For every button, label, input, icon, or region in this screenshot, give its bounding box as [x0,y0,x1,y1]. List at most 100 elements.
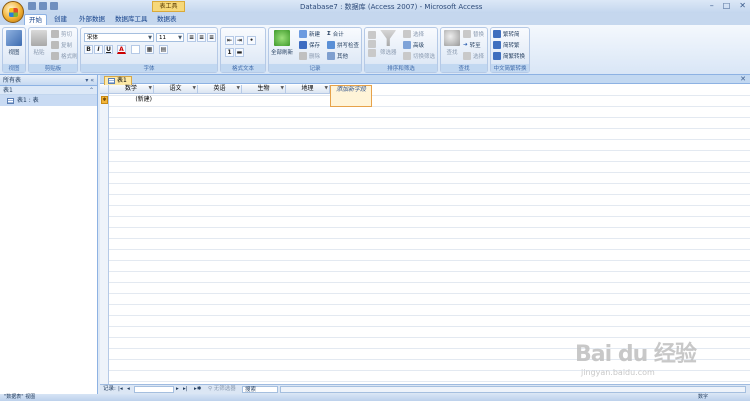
nav-pane-header[interactable]: 所有表 ▾ « [0,75,97,86]
totals-button[interactable]: Σ 合计 [327,30,344,38]
italic-button[interactable]: I [94,45,103,54]
alternate-fill-icon[interactable]: ▤ [159,45,168,54]
new-record-button[interactable]: 新建 [299,30,320,38]
chevron-down-icon[interactable]: ▼ [149,85,152,93]
tab-create[interactable]: 创建 [50,14,71,25]
document-tab-table1[interactable]: 表1 [104,76,132,85]
copy-button[interactable]: 复制 [51,41,72,49]
nav-group-table1[interactable]: 表1 ⌃ [0,86,97,95]
goto-button[interactable]: ➜ 转至 [463,41,481,49]
format-painter-button[interactable]: 格式刷 [51,52,78,60]
tab-datasheet[interactable]: 数据表 [153,14,181,25]
advanced-button[interactable]: 高级 [403,41,424,49]
chevron-down-icon[interactable]: ▼ [193,85,196,93]
increase-indent-icon[interactable]: ⇥ [235,36,244,45]
office-button[interactable] [2,1,24,23]
column-header-label: 地理 [301,85,314,92]
group-rich-text: ⇤ ⇥ • 1 ▬ 格式文本 [220,27,266,73]
sort-ascending-icon[interactable] [368,31,376,39]
column-header[interactable]: 英语 ▼ [198,85,242,94]
toggle-filter-button[interactable]: 切换筛选 [403,52,435,60]
chevron-down-icon[interactable]: ▼ [281,85,284,93]
no-filter-button[interactable]: ⚲ 无筛选器 [208,385,236,394]
refresh-all-button[interactable]: 全部刷新 [271,30,293,56]
more-button[interactable]: 其他 [327,52,348,60]
record-number-input[interactable] [134,386,174,393]
font-family-combo[interactable]: 宋体 ▼ [84,33,154,42]
underline-button[interactable]: U [104,45,113,54]
brush-icon [51,52,59,60]
chevron-down-icon[interactable]: ▼ [237,85,240,93]
decrease-indent-icon[interactable]: ⇤ [225,36,234,45]
fill-color-icon[interactable] [131,45,140,54]
t2s-button[interactable]: 简转繁 [493,41,520,49]
convert-button[interactable]: 简繁转换 [493,52,525,60]
selection-button[interactable]: 选择 [403,30,424,38]
s2t-button[interactable]: 繁转简 [493,30,520,38]
arrow-right-icon: ➜ [463,42,468,48]
sort-buttons [368,31,376,57]
copy-icon [51,41,59,49]
more-icon [327,52,335,60]
spelling-button[interactable]: 拼写检查 [327,41,359,49]
chevron-up-icon[interactable]: ⌃ [89,86,94,95]
delete-record-button[interactable]: 删除 [299,52,320,60]
select-button[interactable]: 选择 [463,52,484,60]
binoculars-icon [444,30,460,46]
more-label: 其他 [337,54,349,60]
refresh-all-label: 全部刷新 [271,50,294,56]
align-left-icon[interactable]: ≡ [187,33,196,42]
refresh-icon [274,30,290,46]
minimize-icon[interactable]: – [710,1,714,10]
window-controls: – □ ✕ [710,1,746,10]
save-record-button[interactable]: 保存 [299,41,320,49]
horizontal-scrollbar[interactable] [280,386,746,393]
first-record-icon[interactable]: |◂ [118,385,123,394]
close-icon[interactable]: ✕ [740,75,746,84]
find-button[interactable]: 查找 [444,30,460,56]
next-record-icon[interactable]: ▸ [176,385,179,394]
align-center-icon[interactable]: ≡ [197,33,206,42]
undo-icon[interactable] [39,2,47,10]
numbering-icon[interactable]: 1 [225,48,234,57]
t2s-label: 简转繁 [503,43,520,49]
column-header[interactable]: 数学 ▼ [109,85,154,94]
highlight-icon[interactable]: ▬ [235,48,244,57]
chevron-down-icon[interactable]: ▼ [325,85,328,93]
paste-button[interactable]: 粘贴 [31,30,47,56]
column-header[interactable]: 语文 ▼ [154,85,198,94]
replace-button[interactable]: 替换 [463,30,484,38]
save-icon[interactable] [28,2,36,10]
nav-collapse-icon[interactable]: ▾ « [85,75,94,86]
view-button[interactable]: 视图 [6,30,22,56]
search-input[interactable]: 搜索 [242,386,278,393]
last-record-icon[interactable]: ▸| [183,385,188,394]
maximize-icon[interactable]: □ [723,1,731,10]
column-header[interactable]: 生物 ▼ [242,85,286,94]
sort-descending-icon[interactable] [368,40,376,48]
clear-sort-icon[interactable] [368,49,376,57]
new-record-cell[interactable]: (新建) [109,95,154,105]
record-selector-column[interactable] [100,85,109,384]
close-icon[interactable]: ✕ [739,1,746,10]
gridlines-icon[interactable]: ▦ [145,45,154,54]
cut-button[interactable]: 剪切 [51,30,72,38]
previous-record-icon[interactable]: ◂ [127,385,130,394]
tab-external-data[interactable]: 外部数据 [75,14,109,25]
chevron-down-icon: ▼ [148,35,152,41]
bullets-icon[interactable]: • [247,36,256,45]
column-header[interactable]: 地理 ▼ [286,85,330,94]
redo-icon[interactable] [50,2,58,10]
font-color-button[interactable]: A [117,45,126,54]
add-new-field-column[interactable]: 添加新字段 [330,85,372,107]
tab-database-tools[interactable]: 数据库工具 [111,14,152,25]
group-clipboard: 粘贴 剪切 复制 格式刷 剪贴板 [28,27,78,73]
font-size-combo[interactable]: 11 ▼ [156,33,184,42]
tab-home[interactable]: 开始 [24,14,47,25]
filter-button[interactable]: 筛选器 [380,30,397,56]
bold-button[interactable]: B [84,45,93,54]
new-record-nav-icon[interactable]: ▸✱ [194,385,201,394]
nav-item-table1[interactable]: 表1 : 表 [0,95,97,106]
select-all-corner[interactable] [100,85,109,94]
align-right-icon[interactable]: ≡ [207,33,216,42]
